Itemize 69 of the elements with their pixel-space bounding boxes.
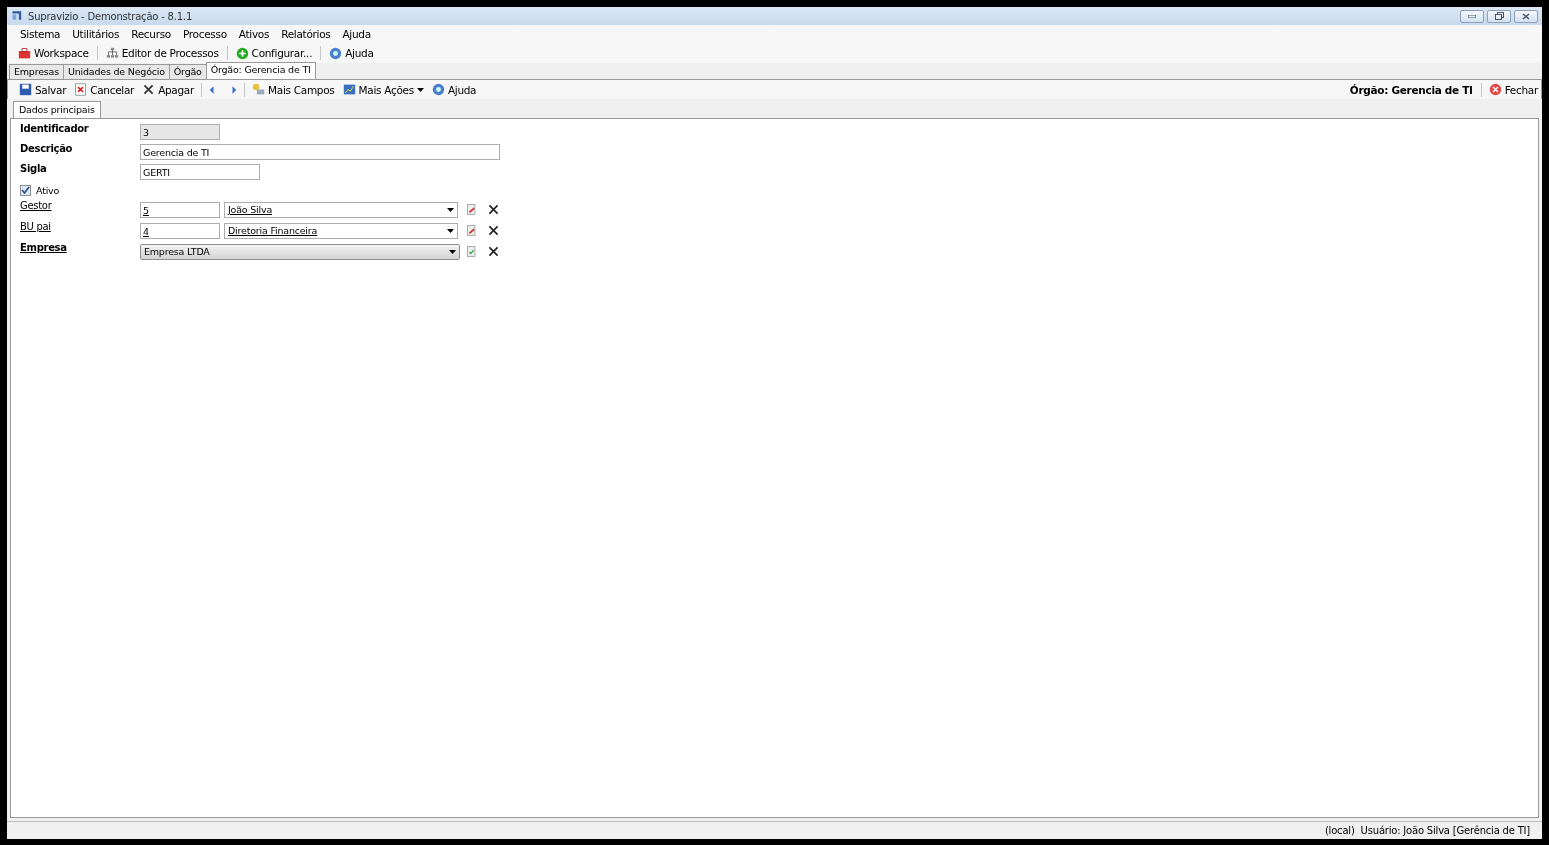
tab[interactable]: Empresas — [9, 64, 64, 79]
clear-icon — [487, 203, 500, 216]
add-icon — [235, 46, 249, 60]
menu-item[interactable]: Recurso — [125, 28, 177, 40]
app-logo-icon — [11, 10, 23, 22]
toolbar-button[interactable]: Editor de Processos — [102, 45, 222, 61]
edit-document-icon — [466, 225, 477, 236]
close-button[interactable] — [1514, 9, 1538, 23]
cancel-icon — [74, 83, 88, 96]
checkbox-label: Ativo — [36, 185, 60, 196]
menu-item[interactable]: Sistema — [14, 28, 67, 40]
help-icon — [431, 83, 445, 96]
menu-item[interactable]: Ativos — [232, 28, 276, 40]
delete-icon — [142, 83, 156, 96]
caret-icon[interactable] — [416, 87, 424, 92]
menu-item[interactable]: Utilitários — [66, 28, 126, 40]
code-field[interactable]: 4 — [140, 222, 220, 239]
close-form-button[interactable]: Fechar — [1485, 82, 1541, 97]
menu-item[interactable]: Processo — [176, 28, 233, 40]
toolbar-button[interactable]: Mais Ações — [339, 82, 427, 97]
restore-button[interactable] — [1487, 9, 1511, 23]
status-text: Usuário: João Silva [Gerência de TI] — [1360, 825, 1530, 836]
chart-icon — [342, 83, 356, 96]
record-title: Órgão: Gerencia de TI — [1349, 83, 1474, 96]
clear-icon — [487, 245, 500, 258]
restore-icon — [1494, 12, 1504, 20]
field-label: Sigla — [20, 162, 48, 174]
save-icon — [19, 83, 32, 96]
toolbar-button[interactable]: Workspace — [15, 45, 92, 61]
checkbox[interactable] — [20, 185, 31, 196]
toolbar-button[interactable]: Cancelar — [71, 82, 138, 97]
fields-icon — [252, 83, 266, 96]
toolbar-button[interactable]: Apagar — [139, 82, 198, 97]
document-icon — [466, 246, 477, 257]
field-label[interactable]: Empresa — [20, 241, 140, 253]
close-icon — [1488, 83, 1502, 96]
toolbar-button[interactable]: Ajuda — [428, 82, 480, 97]
hierarchy-icon — [105, 46, 119, 60]
menu-item[interactable]: Ajuda — [336, 28, 377, 40]
toolbox-icon — [18, 46, 31, 60]
toolbar-button[interactable]: Salvar — [16, 82, 70, 97]
text-field[interactable]: GERTI — [140, 164, 260, 180]
toolbar-button[interactable]: Mais Campos — [249, 82, 338, 97]
menu-item[interactable]: Relatórios — [275, 28, 337, 40]
dropdown[interactable]: João Silva — [224, 201, 458, 218]
field-label[interactable]: Gestor — [20, 199, 140, 211]
toolbar-button[interactable]: Ajuda — [326, 45, 377, 61]
text-field[interactable]: Gerencia de TI — [140, 144, 500, 160]
caret-icon[interactable] — [447, 207, 454, 212]
caret-icon[interactable] — [447, 228, 454, 233]
edit-document-icon — [466, 204, 477, 215]
window-title: Supravizio - Demonstração - 8.1.1 — [28, 10, 193, 22]
caret-icon[interactable] — [449, 249, 456, 254]
code-field[interactable]: 5 — [140, 201, 220, 218]
field-label[interactable]: BU pai — [20, 220, 140, 232]
dropdown[interactable]: Empresa LTDA — [140, 243, 460, 260]
tab[interactable]: Unidades de Negócio — [62, 64, 170, 79]
toolbar-button[interactable]: Configurar... — [232, 45, 316, 61]
field-label: Descrição — [20, 142, 74, 154]
tab[interactable]: Órgão: Gerencia de TI — [205, 62, 316, 79]
field-label: Identificador — [20, 122, 90, 134]
tab[interactable]: Órgão — [168, 64, 207, 79]
tab[interactable]: Dados principais — [13, 101, 101, 118]
status-text: (local) — [1324, 825, 1355, 836]
close-icon — [1522, 12, 1530, 20]
help-icon — [329, 46, 343, 60]
minimize-icon — [1468, 14, 1476, 18]
clear-icon — [487, 224, 500, 237]
dropdown[interactable]: Diretoria Financeira — [224, 222, 458, 239]
